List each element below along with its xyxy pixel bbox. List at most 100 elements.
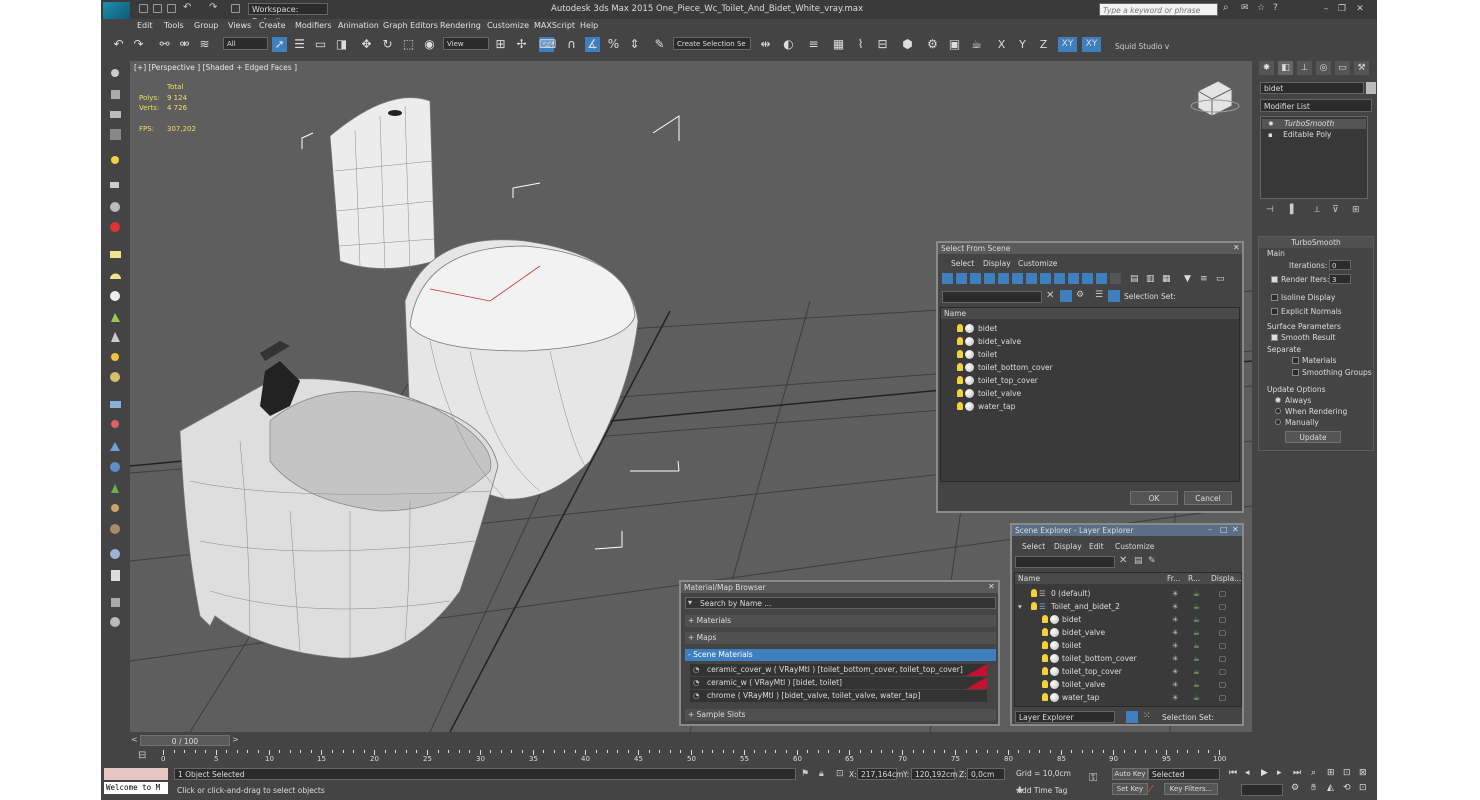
set-key-button[interactable]: Set Key: [1112, 783, 1148, 795]
select-object-icon[interactable]: ➚: [272, 37, 287, 52]
isolate-icon[interactable]: ⚑: [801, 769, 809, 779]
display-box-icon[interactable]: ▢: [1219, 665, 1226, 678]
particle-flow-icon[interactable]: [108, 417, 123, 432]
list-item[interactable]: toilet_bottom_cover: [941, 361, 1239, 374]
clear-find-icon[interactable]: ✕: [1119, 555, 1127, 566]
display-tab-icon[interactable]: ▭: [1335, 61, 1350, 75]
close-icon[interactable]: ✕: [1232, 525, 1239, 534]
render-teapot-icon[interactable]: ☕: [1193, 626, 1200, 639]
add-to-layer-icon[interactable]: ✎: [1148, 556, 1156, 566]
column-frozen-header[interactable]: Fr...: [1167, 573, 1180, 584]
scale-icon[interactable]: ⬚: [401, 37, 416, 52]
menu-customize[interactable]: Customize: [487, 21, 529, 30]
pivot-center-icon[interactable]: ⊞: [493, 37, 508, 52]
material-item[interactable]: ◔ ceramic_cover_w ( VRayMtl ) [toilet_bo…: [690, 664, 987, 676]
spacewarp-icon[interactable]: [108, 220, 123, 235]
light-bulb-icon[interactable]: [1031, 602, 1037, 610]
display-helpers-icon[interactable]: [998, 273, 1009, 284]
modify-tab-icon[interactable]: ◧: [1278, 61, 1293, 75]
display-groups-icon[interactable]: [1026, 273, 1037, 284]
constraint-z-button[interactable]: Z: [1036, 37, 1051, 52]
light-bulb-icon[interactable]: [957, 337, 963, 345]
display-box-icon[interactable]: ▢: [1219, 678, 1226, 691]
fov-icon[interactable]: ◭: [1327, 783, 1334, 793]
display-box-icon[interactable]: ▢: [1219, 626, 1226, 639]
constraint-x-button[interactable]: X: [994, 37, 1009, 52]
menu-display[interactable]: Display: [1054, 542, 1082, 551]
percent-snap-icon[interactable]: %: [606, 37, 621, 52]
group-scene-materials[interactable]: - Scene Materials: [685, 649, 996, 661]
configure-sets-icon[interactable]: ⊞: [1352, 205, 1360, 215]
transform-mode-icon[interactable]: ⊡: [836, 769, 844, 779]
torus-icon[interactable]: [108, 370, 123, 385]
undo-icon[interactable]: ↶: [111, 37, 126, 52]
play-icon[interactable]: ▶: [1261, 768, 1268, 778]
make-unique-icon[interactable]: ⟂: [1314, 205, 1320, 215]
group-materials[interactable]: + Materials: [685, 615, 996, 627]
layer-row-object[interactable]: toilet ✳ ☕ ▢: [1015, 639, 1241, 652]
key-icon[interactable]: ⚿: [1089, 771, 1097, 785]
open-file-icon[interactable]: [153, 4, 162, 13]
render-teapot-icon[interactable]: ☕: [1193, 678, 1200, 691]
display-containers-icon[interactable]: [1068, 273, 1079, 284]
column-display-header[interactable]: Displa...: [1211, 573, 1241, 584]
schematic-view-icon[interactable]: ⊟: [875, 37, 890, 52]
render-teapot-icon[interactable]: ☕: [1193, 691, 1200, 704]
box-icon[interactable]: [108, 87, 123, 102]
dialog-title[interactable]: Select From Scene: [938, 243, 1242, 254]
manually-radio[interactable]: [1275, 419, 1281, 425]
favorites-icon[interactable]: ☆: [1257, 3, 1265, 13]
light-bulb-icon[interactable]: [1042, 615, 1048, 623]
go-to-start-icon[interactable]: ⏮︎: [1229, 768, 1237, 778]
place-icon[interactable]: ◉: [422, 37, 437, 52]
constraint-xy-button[interactable]: XY: [1058, 37, 1077, 52]
light-bulb-icon[interactable]: [1042, 628, 1048, 636]
freeze-icon[interactable]: ✳: [1172, 626, 1178, 639]
time-config-icon[interactable]: ⚙: [1291, 783, 1299, 793]
search-icon[interactable]: ⌕: [1223, 2, 1229, 13]
display-bones-icon[interactable]: [1054, 273, 1065, 284]
find-case-icon[interactable]: [1060, 290, 1072, 302]
maximize-button[interactable]: ❐: [1335, 3, 1349, 15]
layer-row-group[interactable]: ▾ ☰ Toilet_and_bidet_2 ✳ ☕ ▢: [1015, 600, 1241, 613]
light-bulb-icon[interactable]: [957, 324, 963, 332]
close-icon[interactable]: ✕: [1233, 243, 1240, 252]
sphere-icon[interactable]: [108, 289, 123, 304]
rectangular-selection-icon[interactable]: ▭: [313, 37, 328, 52]
lock-selection-icon[interactable]: 🔒︎: [819, 769, 824, 779]
expand-arrow-icon[interactable]: ▾: [1018, 600, 1022, 613]
mirror-icon[interactable]: ⇹: [758, 37, 773, 52]
columns-icon[interactable]: ▭: [1216, 274, 1225, 284]
crowd-icon[interactable]: [108, 522, 123, 537]
project-folder-icon[interactable]: [231, 4, 240, 13]
menu-customize[interactable]: Customize: [1115, 542, 1154, 551]
display-cameras-icon[interactable]: [984, 273, 995, 284]
explorer-type-dropdown[interactable]: Layer Explorer: [1015, 711, 1115, 723]
motion-tab-icon[interactable]: ◎: [1316, 61, 1331, 75]
key-mode-dropdown[interactable]: Selected: [1148, 768, 1220, 780]
update-button[interactable]: Update: [1285, 431, 1341, 443]
invert-display-icon[interactable]: ▥: [1146, 274, 1155, 284]
find-input[interactable]: [1015, 556, 1115, 568]
display-frozen-icon[interactable]: [1082, 273, 1093, 284]
biped-icon[interactable]: [108, 502, 123, 517]
light-bulb-icon[interactable]: [1042, 680, 1048, 688]
sun-icon[interactable]: [108, 350, 123, 365]
time-ruler[interactable]: 0 5 10 15 20 25 30 35 40 45 50 55 60 65 70 75 80 85 90 95 10…: [161, 750, 1226, 764]
display-xrefs-icon[interactable]: [1040, 273, 1051, 284]
spinner-snap-icon[interactable]: ⇕: [627, 37, 642, 52]
minimize-button[interactable]: –: [1319, 3, 1333, 15]
new-layer-icon[interactable]: ▤: [1134, 556, 1143, 566]
cone-icon[interactable]: [108, 330, 123, 345]
display-box-icon[interactable]: ▢: [1219, 691, 1226, 704]
mini-curve-editor-icon[interactable]: ⊟: [138, 750, 146, 761]
show-end-result-icon[interactable]: ▌: [1290, 205, 1297, 215]
light-bulb-icon[interactable]: [957, 376, 963, 384]
ok-button[interactable]: OK: [1130, 491, 1178, 505]
zoom-extents-icon[interactable]: ⊡: [1343, 768, 1351, 778]
smooth-result-checkbox[interactable]: [1271, 334, 1278, 341]
pan-icon[interactable]: ✋︎: [1311, 783, 1316, 793]
layer-row-object[interactable]: bidet_valve ✳ ☕ ▢: [1015, 626, 1241, 639]
constraint-y-button[interactable]: Y: [1015, 37, 1030, 52]
display-hidden-icon[interactable]: [1096, 273, 1107, 284]
